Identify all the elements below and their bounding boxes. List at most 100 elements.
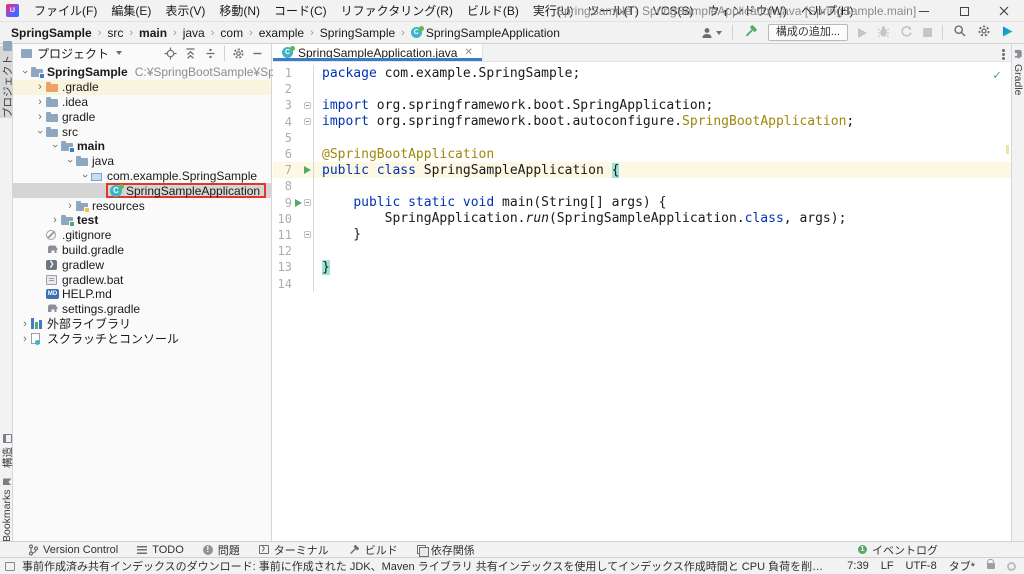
editor-gutter[interactable]: 3 [273,97,314,113]
tool-window-button-problems[interactable]: !問題 [203,542,240,558]
tree-row[interactable]: ›java [13,154,271,169]
tree-chevron-icon[interactable]: › [20,66,30,78]
tree-chevron-icon[interactable]: › [64,201,76,211]
run-gutter-icon[interactable] [304,166,311,174]
menubar-item[interactable]: 移動(N) [212,0,267,22]
editor-gutter[interactable]: 9 [273,195,314,211]
code-line[interactable]: 13} [273,259,1011,275]
editor-gutter[interactable]: 1 [273,65,314,81]
minimize-button[interactable] [904,0,944,22]
tool-window-button-terminal[interactable]: ❯ターミナル [259,542,329,558]
stripe-tab-project-folder[interactable]: プロジェクト [0,46,13,118]
fold-marker-icon[interactable] [304,231,311,238]
code-line[interactable]: 1package com.example.SpringSample; [273,65,1011,81]
event-log-button[interactable]: 1 イベントログ [858,542,938,558]
tool-window-button-todo-list[interactable]: TODO [137,544,184,556]
project-settings-button[interactable] [232,47,245,60]
tree-row[interactable]: ›gradle [13,109,271,124]
code-line[interactable]: 14 [273,275,1011,291]
close-button[interactable] [984,0,1024,22]
code-line[interactable]: 2 [273,81,1011,97]
maximize-button[interactable] [944,0,984,22]
inspections-ok-icon[interactable]: ✓ [993,68,1001,83]
tree-row[interactable]: ❯gradlew [13,257,271,272]
tree-chevron-icon[interactable]: › [19,334,31,344]
tree-row[interactable]: settings.gradle [13,302,271,317]
editor-gutter[interactable]: 2 [273,81,314,97]
settings-button[interactable] [977,24,991,41]
code-with-me-users-button[interactable] [700,26,722,40]
tree-chevron-icon[interactable]: › [34,82,46,92]
breadcrumb-item[interactable]: example [258,26,305,40]
editor-gutter[interactable]: 13 [273,259,314,275]
stripe-tab-gradle[interactable]: Gradle [1012,46,1024,104]
breadcrumb-item[interactable]: main [138,26,168,40]
code-line[interactable]: 3import org.springframework.boot.SpringA… [273,97,1011,113]
tree-chevron-icon[interactable]: › [50,140,60,152]
menubar-item[interactable]: ビルド(B) [460,0,526,22]
readonly-lock-icon[interactable] [987,563,995,569]
collapse-all-button[interactable] [184,47,197,60]
search-everywhere-button[interactable] [953,24,967,41]
tree-row[interactable]: CSpringSampleApplication [13,183,271,198]
run-with-coverage-button-disabled[interactable] [900,25,913,41]
editor-gutter[interactable]: 11 [273,227,314,243]
tool-window-button-build-hammer[interactable]: ビルド [348,542,398,558]
build-project-button[interactable] [743,24,758,42]
breadcrumb-item[interactable]: java [182,26,206,40]
status-message[interactable]: 事前作成済み共有インデックスのダウンロード: 事前に作成された JDK、Mave… [22,558,827,574]
code-line[interactable]: 11 } [273,227,1011,243]
tree-row[interactable]: ›resources [13,198,271,213]
tab-springsampleapplication-java[interactable]: C SpringSampleApplication.java ✕ [273,44,483,61]
tree-row[interactable]: ›com.example.SpringSample [13,169,271,184]
code-line[interactable]: 6@SpringBootApplication [273,146,1011,162]
tree-row[interactable]: ›.idea [13,95,271,110]
fold-marker-icon[interactable] [304,199,311,206]
fold-marker-icon[interactable] [304,118,311,125]
tab-close-icon[interactable]: ✕ [464,47,472,58]
debug-button-disabled[interactable] [877,25,890,41]
run-gutter-icon[interactable] [295,199,302,207]
editor-gutter[interactable]: 6 [273,146,314,162]
tree-chevron-icon[interactable]: › [34,97,46,107]
expand-collapse-button[interactable] [204,47,217,60]
caret-position[interactable]: 7:39 [847,560,868,572]
breadcrumb-item[interactable]: CSpringSampleApplication [410,26,561,40]
editor-gutter[interactable]: 14 [273,275,314,291]
indent-style[interactable]: タブ* [949,558,975,574]
tool-window-button-dependencies[interactable]: 依存関係 [417,542,475,558]
tree-row[interactable]: ›main [13,139,271,154]
editor-gutter[interactable]: 5 [273,130,314,146]
breadcrumb-item[interactable]: src [106,26,124,40]
code-line[interactable]: 12 [273,243,1011,259]
menubar-item[interactable]: ファイル(F) [27,0,104,22]
run-configuration-select[interactable]: 構成の追加... [768,24,848,41]
stop-button-disabled[interactable] [923,28,932,37]
menubar-item[interactable]: リファクタリング(R) [334,0,460,22]
breadcrumb-item[interactable]: SpringSample [10,26,93,40]
tree-chevron-icon[interactable]: › [19,319,31,329]
tree-chevron-icon[interactable]: › [35,126,45,138]
tree-row[interactable]: build.gradle [13,243,271,258]
menubar-item[interactable]: 表示(V) [158,0,212,22]
tool-window-stripes-toggle-icon[interactable] [5,562,15,571]
editor-gutter[interactable]: 10 [273,211,314,227]
tree-row[interactable]: .gitignore [13,228,271,243]
tool-window-button-git-branch[interactable]: Version Control [28,544,118,556]
code-line[interactable]: 5 [273,130,1011,146]
stripe-tab-bookmark[interactable]: Bookmarks [0,470,13,542]
code-line[interactable]: 4import org.springframework.boot.autocon… [273,114,1011,130]
tree-row[interactable]: ›test [13,213,271,228]
fold-marker-icon[interactable] [304,102,311,109]
code-line[interactable]: 9 public static void main(String[] args)… [273,195,1011,211]
project-view-selector[interactable]: プロジェクト [21,45,122,62]
stripe-tab-structure[interactable]: 構造 [0,424,13,468]
select-opened-file-button[interactable] [164,47,177,60]
tree-row[interactable]: ›外部ライブラリ [13,317,271,332]
menubar-item[interactable]: 編集(E) [104,0,158,22]
breadcrumb-item[interactable]: com [219,26,244,40]
code-line[interactable]: 8 [273,178,1011,194]
tree-chevron-icon[interactable]: › [65,155,75,167]
run-button-disabled[interactable] [858,28,867,38]
tree-row[interactable]: ›.gradle [13,80,271,95]
